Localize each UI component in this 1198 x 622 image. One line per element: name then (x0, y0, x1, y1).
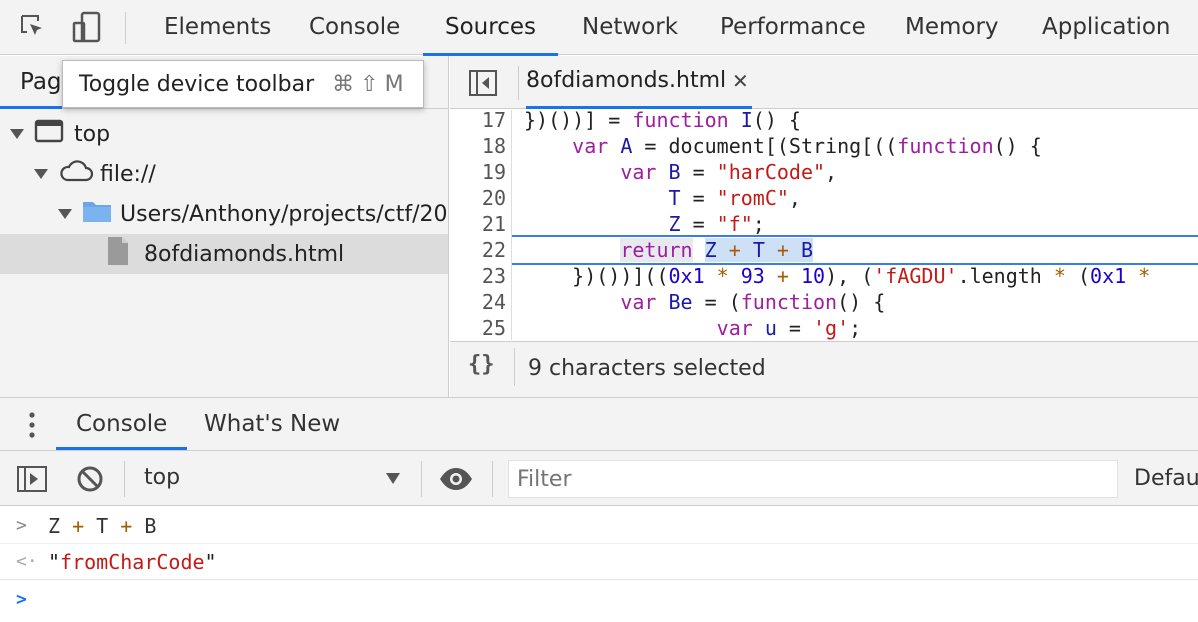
tree-item-label: Users/Anthony/projects/ctf/20 (120, 201, 448, 227)
drawer-tabbar: Console What's New (0, 397, 1198, 451)
tab-elements[interactable]: Elements (162, 0, 273, 55)
console-result-text: "fromCharCode" (48, 550, 217, 574)
console-toolbar: top Defau (0, 451, 1198, 506)
console-input-entry: > Z + T + B (0, 508, 1198, 544)
toggle-navigator-icon[interactable] (468, 68, 498, 98)
code-line: var u = 'g'; (716, 316, 862, 340)
editor-file-tab[interactable]: 8ofdiamonds.html ✕ (526, 56, 752, 109)
status-divider (514, 348, 515, 386)
chevron-down-icon (386, 473, 400, 484)
selection-status: 9 characters selected (528, 356, 766, 381)
line-number[interactable]: 20 (450, 185, 506, 211)
tooltip-text: Toggle device toolbar (79, 71, 315, 97)
tree-item-8ofdiamonds[interactable]: 8ofdiamonds.html (0, 234, 448, 274)
console-filter-input[interactable] (508, 460, 1118, 498)
expand-arrow-icon[interactable] (58, 209, 72, 219)
context-selector[interactable]: top (132, 451, 412, 506)
tab-sources[interactable]: Sources (423, 0, 558, 56)
line-number[interactable]: 25 (450, 315, 506, 340)
more-tools-icon[interactable] (22, 410, 42, 440)
input-prompt-icon: > (16, 515, 27, 536)
line-gutter: 17 18 19 20 21 22 23 24 25 (450, 110, 512, 340)
expand-arrow-icon[interactable] (34, 169, 48, 179)
result-arrow-icon: <· (16, 551, 38, 572)
editor-file-tab-label: 8ofdiamonds.html (526, 68, 727, 93)
code-line: })())] = function I() { (524, 110, 801, 132)
tree-item-label: top (74, 121, 111, 147)
console-toolbar-divider (421, 461, 422, 497)
line-number[interactable]: 18 (450, 133, 506, 159)
code-line: })())]((0x1 * 93 + 10), ('fAGDU'.length … (524, 264, 1151, 288)
tab-memory[interactable]: Memory (903, 0, 1001, 55)
console-toolbar-divider (492, 461, 493, 497)
editor-status-bar: {} 9 characters selected (450, 341, 1198, 397)
close-icon[interactable]: ✕ (732, 56, 749, 106)
folder-icon (82, 199, 112, 229)
drawer-tab-whats-new[interactable]: What's New (204, 398, 340, 450)
device-toolbar-icon[interactable] (70, 10, 104, 44)
tab-network[interactable]: Network (580, 0, 680, 55)
tooltip: Toggle device toolbar ⌘⇧M (62, 60, 424, 108)
cloud-icon (58, 159, 94, 189)
tab-application[interactable]: Application (1040, 0, 1173, 55)
tooltip-shortcut: ⌘⇧M (332, 71, 410, 97)
toggle-sidebar-icon[interactable] (16, 463, 48, 495)
prompt-chevron-icon: > (16, 589, 27, 610)
tab-page-indicator (0, 106, 62, 109)
console-input-text: Z + T + B (48, 514, 157, 538)
tree-item-label: file:// (100, 161, 156, 187)
clear-console-icon[interactable] (74, 463, 106, 495)
devtools-toolbar: Elements Console Sources Network Perform… (0, 0, 1198, 56)
tree-item-folder[interactable]: Users/Anthony/projects/ctf/20 (0, 194, 448, 234)
console-result-entry: <· "fromCharCode" (0, 544, 1198, 580)
frame-icon (34, 119, 64, 149)
drawer-tab-console[interactable]: Console (55, 398, 188, 450)
line-number[interactable]: 23 (450, 263, 506, 289)
tree-item-label: 8ofdiamonds.html (144, 241, 345, 267)
code-editor[interactable]: 17 18 19 20 21 22 23 24 25 })())] = func… (450, 110, 1198, 340)
line-number[interactable]: 17 (450, 110, 506, 133)
code-line: Z = "f"; (668, 212, 765, 236)
context-selector-value: top (144, 465, 181, 490)
code-line: var Be = (function() { (620, 290, 886, 314)
editor-tabbar: 8ofdiamonds.html ✕ (450, 56, 1198, 109)
code-line: var B = "harCode", (620, 160, 838, 184)
inspect-element-icon[interactable] (16, 10, 50, 44)
line-number[interactable]: 19 (450, 159, 506, 185)
editor-tab-divider (518, 66, 519, 100)
file-icon (106, 236, 130, 272)
code-line: var A = document[(String[((function() { (572, 134, 1042, 158)
tab-performance[interactable]: Performance (718, 0, 868, 55)
tab-console[interactable]: Console (307, 0, 402, 55)
live-expression-eye-icon[interactable] (438, 463, 474, 495)
line-number[interactable]: 21 (450, 211, 506, 237)
code-line: return Z + T + B (620, 238, 814, 262)
console-output[interactable]: > Z + T + B <· "fromCharCode" > (0, 506, 1198, 622)
pretty-print-icon[interactable]: {} (468, 352, 495, 377)
code-line: T = "romC", (668, 186, 801, 210)
tab-page[interactable]: Pag (20, 56, 62, 108)
expand-arrow-icon[interactable] (10, 129, 24, 139)
tree-item-file[interactable]: file:// (0, 154, 448, 194)
log-levels-dropdown[interactable]: Defau (1134, 451, 1198, 506)
line-number[interactable]: 24 (450, 289, 506, 315)
console-prompt[interactable]: > (0, 582, 1198, 618)
tree-item-top[interactable]: top (0, 114, 448, 154)
toolbar-divider (125, 12, 126, 44)
console-toolbar-divider (124, 461, 125, 497)
line-number[interactable]: 22 (450, 237, 506, 263)
